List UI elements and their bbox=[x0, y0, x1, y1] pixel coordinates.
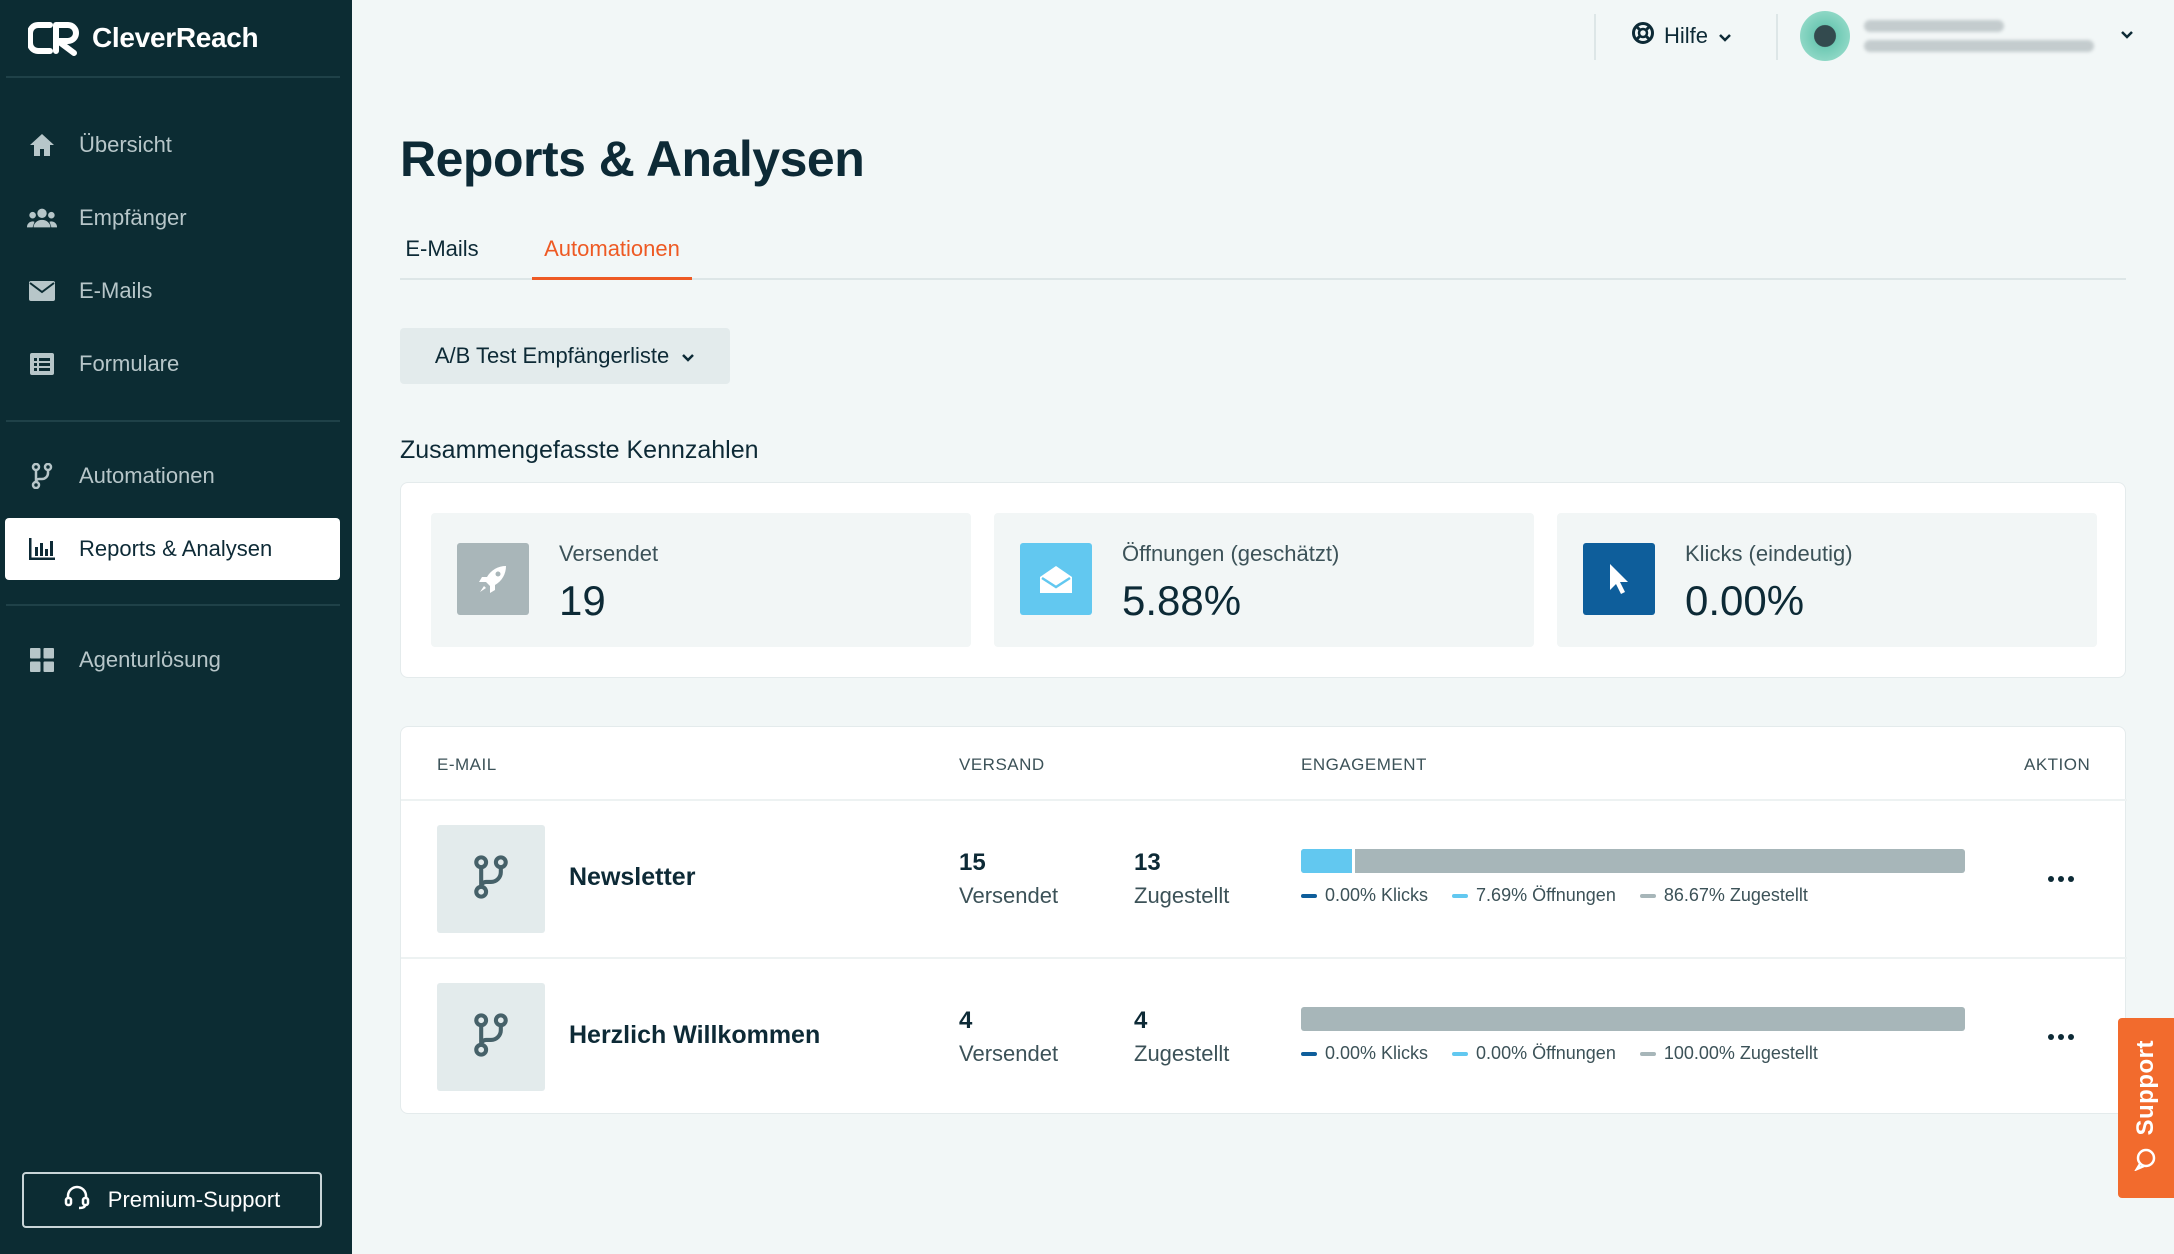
engagement-bar bbox=[1301, 849, 1965, 873]
table-row[interactable]: Newsletter 15 Versendet 13 Zugestellt 0.… bbox=[401, 801, 2127, 957]
sent-count: 4 bbox=[959, 1007, 973, 1034]
page-title: Reports & Analysen bbox=[400, 131, 865, 187]
sent-label: Versendet bbox=[959, 883, 1059, 908]
support-label: Support bbox=[2132, 1039, 2159, 1136]
brand-name: CleverReach bbox=[92, 22, 259, 53]
sidebar-item-reports[interactable]: Reports & Analysen bbox=[5, 518, 340, 580]
help-label: Hilfe bbox=[1664, 23, 1709, 48]
more-actions-button[interactable] bbox=[2041, 1023, 2081, 1051]
open-envelope-icon bbox=[1020, 543, 1092, 615]
branch-icon bbox=[473, 854, 509, 904]
kpi-oeffnungen: Öffnungen (geschätzt) 5.88% bbox=[994, 513, 1534, 647]
sidebar-item-label: Automationen bbox=[79, 463, 215, 488]
avatar bbox=[1800, 11, 1850, 61]
sidebar-item-emails[interactable]: E-Mails bbox=[5, 260, 340, 322]
sidebar-item-formulare[interactable]: Formulare bbox=[5, 333, 340, 395]
sidebar-divider bbox=[6, 76, 340, 78]
cursor-icon bbox=[1583, 543, 1655, 615]
opens-segment bbox=[1301, 849, 1353, 873]
column-header-versand: VERSAND bbox=[959, 755, 1045, 774]
bar-chart-icon bbox=[27, 534, 57, 564]
chat-bubble-icon bbox=[2133, 1147, 2158, 1176]
user-info-redacted bbox=[1864, 20, 2106, 52]
legend-opens: 7.69% Öffnungen bbox=[1452, 885, 1616, 906]
lifebuoy-icon bbox=[1632, 22, 1654, 50]
column-header-engagement: ENGAGEMENT bbox=[1301, 755, 1427, 774]
automation-thumbnail bbox=[437, 825, 545, 933]
sent-label: Versendet bbox=[959, 1041, 1059, 1066]
bar-gap bbox=[1352, 849, 1356, 873]
engagement-legend: 0.00% Klicks 0.00% Öffnungen 100.00% Zug… bbox=[1301, 1043, 1818, 1064]
engagement-legend: 0.00% Klicks 7.69% Öffnungen 86.67% Zuge… bbox=[1301, 885, 1808, 906]
branch-icon bbox=[27, 461, 57, 491]
branch-icon bbox=[473, 1012, 509, 1062]
rocket-icon bbox=[457, 543, 529, 615]
sidebar-item-label: Übersicht bbox=[79, 132, 172, 157]
premium-support-button[interactable]: Premium-Support bbox=[22, 1172, 322, 1228]
legend-delivered: 100.00% Zugestellt bbox=[1639, 1043, 1818, 1064]
automation-name[interactable]: Newsletter bbox=[569, 863, 695, 892]
legend-delivered: 86.67% Zugestellt bbox=[1639, 885, 1808, 906]
chevron-down-icon bbox=[1718, 23, 1732, 49]
delivered-label: Zugestellt bbox=[1134, 1041, 1230, 1066]
sidebar-item-empfaenger[interactable]: Empfänger bbox=[5, 187, 340, 249]
kpi-value: 19 bbox=[559, 577, 606, 624]
sidebar-divider bbox=[6, 420, 340, 422]
list-select-dropdown[interactable]: A/B Test Empfängerliste bbox=[400, 328, 730, 384]
user-menu[interactable] bbox=[1800, 10, 2134, 62]
automation-thumbnail bbox=[437, 983, 545, 1091]
automation-table: E-MAIL VERSAND ENGAGEMENT AKTION Newslet… bbox=[400, 726, 2127, 1115]
tab-emails[interactable]: E-Mails bbox=[400, 236, 484, 280]
tab-automationen[interactable]: Automationen bbox=[532, 236, 692, 280]
kpi-value: 0.00% bbox=[1685, 577, 1805, 624]
headset-icon bbox=[64, 1184, 90, 1216]
sidebar-divider bbox=[6, 604, 340, 606]
form-icon bbox=[27, 349, 57, 379]
delivered-count: 13 bbox=[1134, 849, 1161, 876]
sent-count: 15 bbox=[959, 849, 986, 876]
delivered-count: 4 bbox=[1134, 1007, 1148, 1034]
sidebar-item-label: Empfänger bbox=[79, 205, 187, 230]
kpi-label: Klicks (eindeutig) bbox=[1685, 541, 1853, 566]
automation-name[interactable]: Herzlich Willkommen bbox=[569, 1021, 820, 1050]
engagement-bar bbox=[1301, 1007, 1965, 1031]
legend-clicks: 0.00% Klicks bbox=[1301, 885, 1428, 906]
kpi-label: Öffnungen (geschätzt) bbox=[1122, 541, 1340, 566]
chevron-down-icon bbox=[2120, 27, 2134, 45]
sidebar-item-automationen[interactable]: Automationen bbox=[5, 445, 340, 507]
users-icon bbox=[27, 203, 57, 233]
legend-clicks: 0.00% Klicks bbox=[1301, 1043, 1428, 1064]
brand-logo[interactable]: CleverReach bbox=[28, 16, 259, 60]
table-row[interactable]: Herzlich Willkommen 4 Versendet 4 Zugest… bbox=[401, 959, 2127, 1115]
legend-opens: 0.00% Öffnungen bbox=[1452, 1043, 1616, 1064]
kpi-panel: Versendet 19 Öffnungen (geschätzt) 5.88%… bbox=[400, 482, 2126, 678]
topbar-divider bbox=[1776, 14, 1778, 60]
help-menu[interactable]: Hilfe bbox=[1632, 16, 1732, 56]
kpi-label: Versendet bbox=[559, 541, 659, 566]
kpi-versendet: Versendet 19 bbox=[431, 513, 971, 647]
cleverreach-logo-icon bbox=[28, 22, 79, 56]
sidebar-item-label: Reports & Analysen bbox=[79, 536, 273, 561]
sidebar: CleverReach Übersicht Empfänger E-Mails bbox=[0, 0, 352, 1254]
more-actions-button[interactable] bbox=[2041, 865, 2081, 893]
delivered-label: Zugestellt bbox=[1134, 883, 1230, 908]
sidebar-item-label: Agenturlösung bbox=[79, 647, 221, 672]
summary-title: Zusammengefasste Kennzahlen bbox=[400, 436, 759, 464]
envelope-icon bbox=[27, 276, 57, 306]
premium-support-label: Premium-Support bbox=[107, 1187, 281, 1212]
column-header-email: E-MAIL bbox=[437, 755, 497, 774]
home-icon bbox=[27, 130, 57, 160]
support-tab[interactable]: Support bbox=[2118, 1018, 2174, 1198]
topbar-divider bbox=[1594, 14, 1596, 60]
sidebar-item-label: E-Mails bbox=[79, 278, 153, 303]
grid-icon bbox=[27, 645, 57, 675]
sidebar-item-uebersicht[interactable]: Übersicht bbox=[5, 114, 340, 176]
column-header-aktion: AKTION bbox=[2024, 755, 2091, 774]
kpi-value: 5.88% bbox=[1122, 577, 1242, 624]
sidebar-item-label: Formulare bbox=[79, 351, 180, 376]
sidebar-item-agenturloesung[interactable]: Agenturlösung bbox=[5, 629, 340, 691]
chevron-down-icon bbox=[681, 343, 695, 369]
kpi-klicks: Klicks (eindeutig) 0.00% bbox=[1557, 513, 2097, 647]
list-select-value: A/B Test Empfängerliste bbox=[434, 343, 670, 368]
